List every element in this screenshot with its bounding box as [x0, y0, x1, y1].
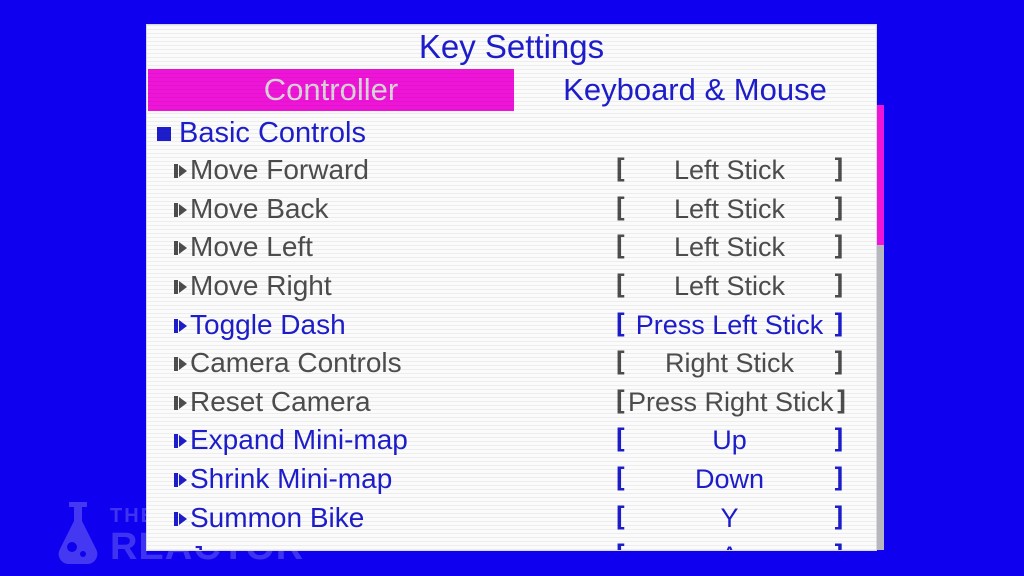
play-triangle-icon [174, 202, 187, 217]
play-triangle-icon [174, 357, 187, 372]
close-bracket-icon: ] [831, 270, 848, 302]
binding-action-label: Reset Camera [190, 385, 371, 417]
binding-row[interactable]: Jump [A] [147, 537, 876, 550]
binding-action-label: Expand Mini-map [190, 424, 408, 456]
binding-value-label: Up [712, 425, 747, 456]
binding-action-label: Move Back [190, 192, 329, 224]
binding-action-label: Move Right [190, 270, 332, 302]
binding-list: Move Forward [ Left Stick] Move Back [ Left S… [147, 151, 876, 550]
binding-action-label: Toggle Dash [190, 308, 346, 340]
group-header-label: Basic Controls [179, 117, 366, 149]
binding-value-group: [A] [612, 537, 847, 550]
binding-value-group: [Press Left Stick] [612, 306, 847, 344]
play-triangle-icon [174, 241, 187, 256]
binding-value-label: Left Stick [673, 155, 786, 186]
binding-value-label: A [628, 537, 831, 550]
binding-row[interactable]: Move Forward [ Left Stick] [147, 151, 876, 190]
binding-value-label: Left Stick [673, 193, 786, 224]
open-bracket-icon: [ [612, 231, 629, 263]
open-bracket-icon: [ [612, 347, 629, 379]
binding-row[interactable]: Reset Camera [Press Right Stick] [147, 383, 876, 422]
binding-value-label: Left Stick [673, 271, 786, 302]
close-bracket-icon: ] [831, 154, 848, 186]
binding-action-label: Jump [190, 537, 258, 550]
open-bracket-icon: [ [612, 192, 629, 224]
open-bracket-icon: [ [612, 501, 629, 533]
binding-value-label: Down [694, 464, 765, 495]
close-bracket-icon: ] [831, 537, 847, 550]
binding-action-label: Summon Bike [190, 501, 365, 533]
scrollbar-thumb[interactable] [877, 105, 884, 245]
binding-value-label: Press Left Stick [635, 309, 824, 340]
binding-action-label: Shrink Mini-map [190, 463, 393, 495]
binding-action-label: Move Forward [190, 154, 369, 186]
binding-row[interactable]: Toggle Dash [Press Left Stick] [147, 305, 876, 344]
close-bracket-icon: ] [831, 231, 848, 263]
play-triangle-icon [174, 280, 187, 295]
close-bracket-icon: ] [831, 347, 848, 379]
play-triangle-icon [174, 549, 188, 550]
binding-row[interactable]: Camera Controls [ Right Stick] [147, 344, 876, 383]
open-bracket-icon: [ [612, 308, 629, 340]
tab-controller[interactable]: Controller [148, 69, 514, 111]
play-triangle-icon [174, 318, 187, 333]
close-bracket-icon: ] [831, 501, 848, 533]
open-bracket-icon: [ [612, 154, 629, 186]
tab-keyboard-mouse[interactable]: Keyboard & Mouse [515, 69, 875, 111]
binding-action-label: Camera Controls [190, 347, 402, 379]
flask-icon [58, 502, 98, 564]
open-bracket-icon: [ [612, 537, 628, 550]
binding-value-group: [ Left Stick] [612, 190, 847, 228]
key-settings-panel: Key Settings Controller Keyboard & Mouse… [147, 25, 876, 550]
binding-value-label: Y [720, 502, 739, 533]
play-triangle-icon [174, 473, 187, 488]
binding-action-label: Move Left [190, 231, 313, 263]
close-bracket-icon: ] [831, 424, 848, 456]
open-bracket-icon: [ [612, 424, 629, 456]
play-triangle-icon [174, 434, 187, 449]
binding-value-group: [ Left Stick] [612, 151, 847, 189]
filled-square-icon [157, 127, 171, 141]
close-bracket-icon: ] [831, 463, 848, 495]
close-bracket-icon: ] [833, 385, 850, 417]
binding-value-group: [ Down] [612, 460, 847, 498]
binding-row[interactable]: Move Right [ Left Stick] [147, 267, 876, 306]
play-triangle-icon [174, 511, 187, 526]
open-bracket-icon: [ [612, 270, 629, 302]
close-bracket-icon: ] [831, 308, 848, 340]
open-bracket-icon: [ [612, 463, 629, 495]
binding-value-label: Press Right Stick [628, 386, 834, 417]
binding-row[interactable]: Summon Bike [ Y] [147, 498, 876, 537]
group-header-basic-controls[interactable]: Basic Controls [157, 113, 366, 153]
binding-row[interactable]: Move Back [ Left Stick] [147, 190, 876, 229]
play-triangle-icon [174, 395, 187, 410]
binding-value-group: [ Left Stick] [612, 267, 847, 305]
binding-value-group: [ Y] [612, 499, 847, 537]
binding-value-group: [ Right Stick] [612, 344, 847, 382]
binding-value-group: [ Left Stick] [612, 228, 847, 266]
close-bracket-icon: ] [831, 192, 848, 224]
binding-row[interactable]: Expand Mini-map [ Up] [147, 421, 876, 460]
binding-value-group: [ Up] [612, 421, 847, 459]
binding-row[interactable]: Move Left [ Left Stick] [147, 228, 876, 267]
binding-row[interactable]: Shrink Mini-map [ Down] [147, 460, 876, 499]
binding-value-group: [Press Right Stick] [612, 383, 850, 421]
binding-value-label: Left Stick [673, 232, 786, 263]
page-title: Key Settings [418, 28, 605, 65]
play-triangle-icon [174, 164, 187, 179]
binding-value-label: Right Stick [664, 348, 795, 379]
tab-bar: Controller Keyboard & Mouse [147, 69, 876, 111]
open-bracket-icon: [ [612, 385, 629, 417]
